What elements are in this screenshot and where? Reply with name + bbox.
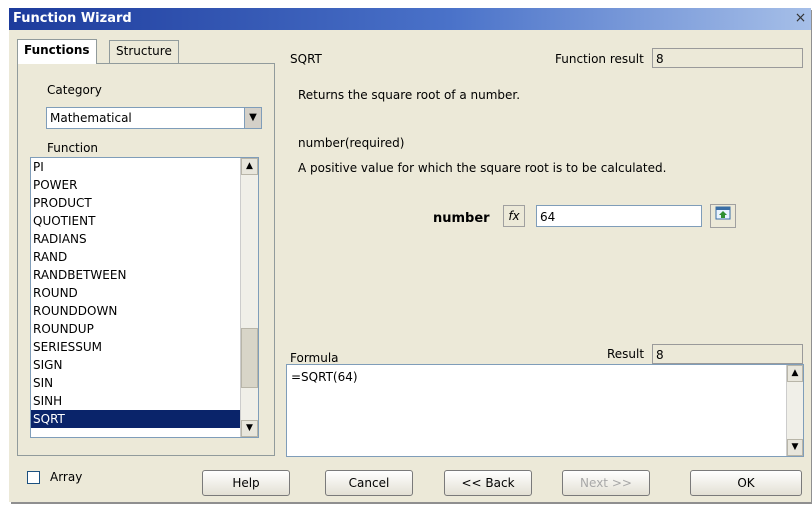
- function-list-item[interactable]: SERIESSUM: [31, 338, 258, 356]
- function-list-item[interactable]: RAND: [31, 248, 258, 266]
- function-list-item[interactable]: RADIANS: [31, 230, 258, 248]
- array-label: Array: [50, 470, 83, 484]
- scroll-up-icon[interactable]: ▲: [241, 158, 258, 175]
- function-description: Returns the square root of a number.: [298, 88, 521, 102]
- list-scrollbar[interactable]: ▲ ▼: [240, 158, 258, 437]
- formula-scroll-down-icon[interactable]: ▼: [787, 439, 803, 456]
- next-button[interactable]: Next >>: [562, 470, 650, 496]
- function-list-item[interactable]: SIN: [31, 374, 258, 392]
- result-field: 8: [652, 344, 803, 364]
- help-button[interactable]: Help: [202, 470, 290, 496]
- array-checkbox[interactable]: [27, 471, 40, 484]
- function-list-item[interactable]: PRODUCT: [31, 194, 258, 212]
- function-list-item[interactable]: SINH: [31, 392, 258, 410]
- chevron-down-icon[interactable]: ▼: [244, 108, 261, 128]
- function-list-items: PI POWER PRODUCT QUOTIENT RADIANS RAND RANDBET…: [31, 158, 258, 428]
- function-list[interactable]: PI POWER PRODUCT QUOTIENT RADIANS RAND RANDBET…: [30, 157, 259, 438]
- function-list-item[interactable]: ROUND: [31, 284, 258, 302]
- function-fx-icon[interactable]: fx: [503, 205, 525, 227]
- formula-text: =SQRT(64): [291, 370, 358, 384]
- back-button[interactable]: << Back: [444, 470, 532, 496]
- title-bar[interactable]: Function Wizard ×: [9, 8, 811, 30]
- function-list-item[interactable]: ROUNDDOWN: [31, 302, 258, 320]
- function-list-item[interactable]: PI: [31, 158, 258, 176]
- tab-functions[interactable]: Functions: [17, 39, 97, 64]
- ok-button[interactable]: OK: [690, 470, 802, 496]
- function-result-label: Function result: [555, 52, 644, 66]
- function-result-field: 8: [652, 48, 803, 68]
- scroll-down-icon[interactable]: ▼: [241, 420, 258, 437]
- parameter-label: number: [433, 211, 490, 226]
- number-input[interactable]: 64: [536, 205, 702, 227]
- tab-structure[interactable]: Structure: [109, 40, 179, 63]
- function-list-item[interactable]: RANDBETWEEN: [31, 266, 258, 284]
- window-title: Function Wizard: [13, 11, 132, 26]
- result-label: Result: [607, 347, 645, 361]
- category-label: Category: [47, 83, 102, 97]
- function-list-item[interactable]: ROUNDUP: [31, 320, 258, 338]
- formula-scroll-up-icon[interactable]: ▲: [787, 365, 803, 382]
- function-list-item[interactable]: SQRT: [31, 410, 258, 428]
- function-list-item[interactable]: POWER: [31, 176, 258, 194]
- function-name: SQRT: [290, 52, 322, 66]
- function-list-item[interactable]: QUOTIENT: [31, 212, 258, 230]
- formula-textarea[interactable]: =SQRT(64) ▲ ▼: [286, 364, 804, 457]
- shrink-select-button[interactable]: [710, 204, 736, 228]
- formula-label: Formula: [290, 351, 339, 365]
- close-icon[interactable]: ×: [792, 10, 809, 26]
- cancel-button[interactable]: Cancel: [325, 470, 413, 496]
- category-select[interactable]: Mathematical ▼: [46, 107, 262, 129]
- parameter-required-label: number(required): [298, 136, 405, 150]
- category-value: Mathematical: [50, 111, 132, 125]
- formula-scrollbar[interactable]: ▲ ▼: [786, 365, 803, 456]
- function-list-item[interactable]: SIGN: [31, 356, 258, 374]
- function-label: Function: [47, 141, 99, 155]
- scroll-thumb[interactable]: [241, 328, 258, 388]
- shrink-select-icon: [715, 206, 731, 220]
- parameter-description: A positive value for which the square ro…: [298, 161, 667, 175]
